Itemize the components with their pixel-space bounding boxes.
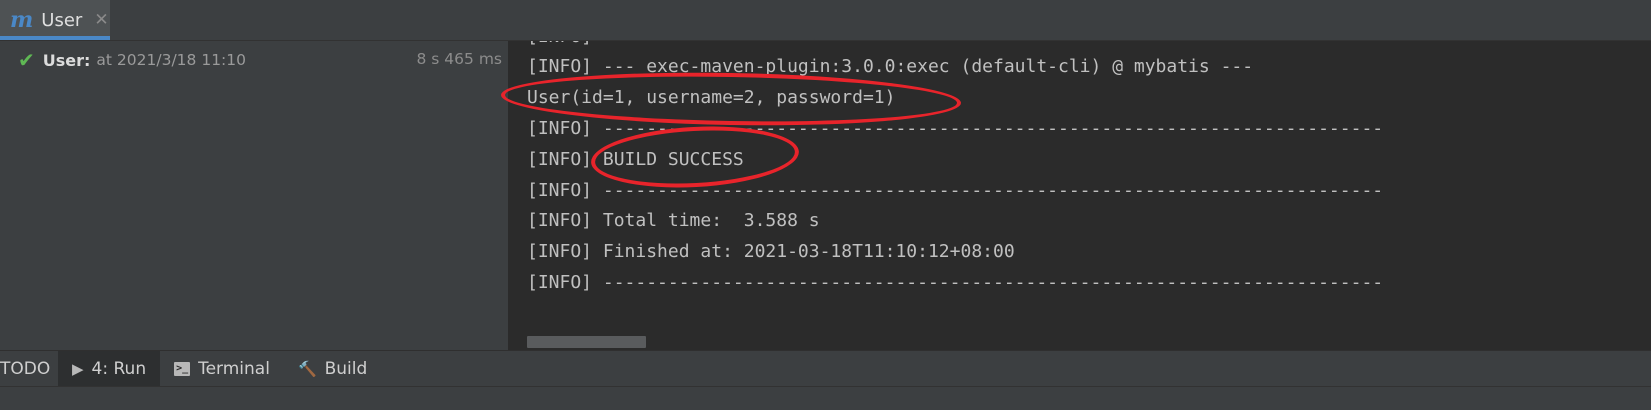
tab-label: User xyxy=(41,9,83,31)
maven-icon: m xyxy=(10,7,34,33)
console-line: [INFO] xyxy=(527,41,592,49)
console-line: [INFO] Finished at: 2021-03-18T11:10:12+… xyxy=(527,241,1015,262)
hammer-icon: 🔨 xyxy=(297,359,317,378)
vertical-scrollbar[interactable] xyxy=(1645,41,1651,350)
console-line: [INFO] ---------------------------------… xyxy=(527,180,1384,201)
tab-todo[interactable]: TODO xyxy=(0,351,58,386)
tab-run[interactable]: ▶ 4: Run xyxy=(58,351,161,386)
editor-tab-bar: m User ✕ xyxy=(0,0,1651,41)
status-bar xyxy=(0,386,1651,410)
console-line: [INFO] BUILD SUCCESS xyxy=(527,149,744,170)
tab-run-label: 4: Run xyxy=(91,358,147,379)
active-tab-indicator xyxy=(0,36,110,40)
tab-terminal[interactable]: >_ Terminal xyxy=(160,351,284,386)
close-icon[interactable]: ✕ xyxy=(94,10,108,30)
tab-build[interactable]: 🔨 Build xyxy=(284,351,381,386)
run-node-name: User: xyxy=(42,50,91,70)
run-tree-panel: ✔ User: at 2021/3/18 11:10 8 s 465 ms xyxy=(0,41,508,350)
tab-user[interactable]: m User ✕ xyxy=(0,0,110,40)
console-output[interactable]: [INFO] [INFO] --- exec-maven-plugin:3.0.… xyxy=(509,41,1651,350)
tab-todo-label: TODO xyxy=(0,358,51,379)
console-line: [INFO] ---------------------------------… xyxy=(527,118,1384,139)
run-node-duration: 8 s 465 ms xyxy=(416,50,502,68)
check-icon: ✔ xyxy=(18,48,35,72)
tool-window-bar: TODO ▶ 4: Run >_ Terminal 🔨 Build xyxy=(0,350,1651,386)
tab-terminal-label: Terminal xyxy=(198,358,270,379)
console-line: User(id=1, username=2, password=1) xyxy=(527,87,896,108)
console-line: [INFO] --- exec-maven-plugin:3.0.0:exec … xyxy=(527,56,1254,77)
console-line: [INFO] Total time: 3.588 s xyxy=(527,210,820,231)
horizontal-scrollbar[interactable] xyxy=(527,336,646,348)
console-line: [INFO] ---------------------------------… xyxy=(527,272,1384,293)
tab-build-label: Build xyxy=(324,358,368,379)
terminal-icon: >_ xyxy=(174,361,191,376)
run-tree-node[interactable]: ✔ User: at 2021/3/18 11:10 8 s 465 ms xyxy=(18,47,502,73)
run-node-time: at 2021/3/18 11:10 xyxy=(96,51,246,69)
play-icon: ▶ xyxy=(72,359,84,378)
